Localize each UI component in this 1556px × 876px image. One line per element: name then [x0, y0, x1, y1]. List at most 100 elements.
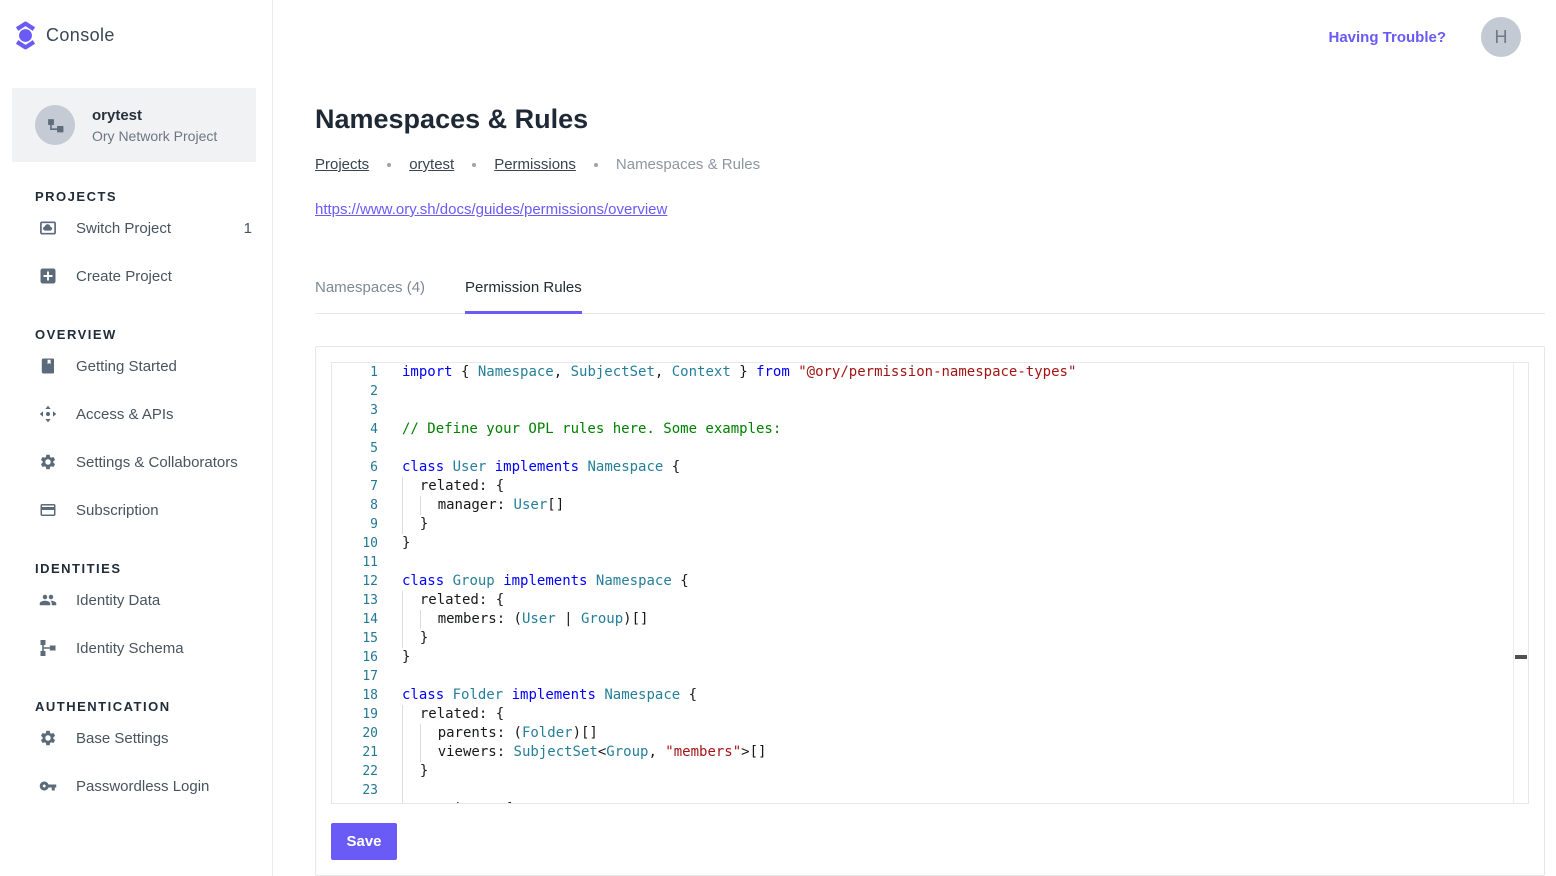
sidebar-section-heading: AUTHENTICATION: [0, 699, 272, 714]
line-number: 9: [332, 515, 402, 534]
plus-square-icon: [39, 267, 57, 285]
sidebar-item-create-project[interactable]: Create Project: [0, 252, 272, 300]
credit-card-icon: [39, 501, 57, 519]
code-line: 7related: {: [332, 477, 1528, 496]
code-line: 20parents: (Folder)[]: [332, 724, 1528, 743]
sidebar-item-label: Identity Data: [76, 592, 160, 609]
breadcrumb-item[interactable]: Permissions: [494, 156, 576, 173]
sidebar-section-heading: PROJECTS: [0, 189, 272, 204]
line-number: 14: [332, 610, 402, 629]
sidebar-item-count: 1: [244, 220, 252, 237]
sidebar-item-label: Switch Project: [76, 220, 171, 237]
indent-guide: [402, 477, 420, 496]
line-number: 24: [332, 800, 402, 804]
project-avatar-icon: [35, 105, 75, 145]
breadcrumb-item: Namespaces & Rules: [616, 156, 760, 173]
code-line: 18class Folder implements Namespace {: [332, 686, 1528, 705]
sidebar-item-label: Access & APIs: [76, 406, 174, 423]
save-button[interactable]: Save: [331, 823, 397, 860]
line-number: 13: [332, 591, 402, 610]
sidebar-section-heading: IDENTITIES: [0, 561, 272, 576]
app-title: Console: [46, 25, 115, 46]
main-content: Namespaces & Rules Projects orytest Permis…: [315, 0, 1545, 876]
line-number: 19: [332, 705, 402, 724]
key-icon: [39, 777, 57, 795]
line-number: 7: [332, 477, 402, 496]
sidebar-item-switch-project[interactable]: Switch Project 1: [0, 204, 272, 252]
cloud-box-icon: [39, 219, 57, 237]
indent-guide: [402, 743, 420, 762]
sidebar-item-base-settings[interactable]: Base Settings: [0, 714, 272, 762]
code-line: 4// Define your OPL rules here. Some exa…: [332, 420, 1528, 439]
book-icon: [39, 357, 57, 375]
sidebar-item-access-apis[interactable]: Access & APIs: [0, 390, 272, 438]
code-line: 1import { Namespace, SubjectSet, Context…: [332, 363, 1528, 382]
indent-guide: [420, 496, 438, 515]
sidebar-item-passwordless-login[interactable]: Passwordless Login: [0, 762, 272, 810]
code-line: 3: [332, 401, 1528, 420]
gear-icon: [39, 729, 57, 747]
indent-guide: [402, 610, 420, 629]
sidebar-item-label: Identity Schema: [76, 640, 184, 657]
tab-namespaces-4[interactable]: Namespaces (4): [315, 279, 425, 314]
breadcrumb-item[interactable]: Projects: [315, 156, 369, 173]
code-line: 12class Group implements Namespace {: [332, 572, 1528, 591]
code-line: 21viewers: SubjectSet<Group, "members">[…: [332, 743, 1528, 762]
cursor-marker-icon: [1515, 655, 1527, 659]
line-number: 10: [332, 534, 402, 553]
docs-link[interactable]: https://www.ory.sh/docs/guides/permissio…: [315, 201, 667, 218]
line-number: 15: [332, 629, 402, 648]
app-logo[interactable]: Console: [0, 0, 272, 55]
line-number: 6: [332, 458, 402, 477]
line-number: 8: [332, 496, 402, 515]
code-line: 13related: {: [332, 591, 1528, 610]
indent-guide: [402, 629, 420, 648]
people-icon: [39, 591, 57, 609]
sidebar-item-getting-started[interactable]: Getting Started: [0, 342, 272, 390]
code-line: 6class User implements Namespace {: [332, 458, 1528, 477]
line-number: 5: [332, 439, 402, 458]
line-number: 3: [332, 401, 402, 420]
breadcrumb-separator-icon: [387, 163, 391, 167]
project-card[interactable]: orytest Ory Network Project: [12, 88, 256, 162]
sidebar-item-identity-data[interactable]: Identity Data: [0, 576, 272, 624]
sidebar-item-label: Settings & Collaborators: [76, 454, 238, 471]
sidebar-item-subscription[interactable]: Subscription: [0, 486, 272, 534]
indent-guide: [420, 610, 438, 629]
indent-guide: [402, 800, 420, 804]
indent-guide: [402, 705, 420, 724]
line-number: 2: [332, 382, 402, 401]
breadcrumb-separator-icon: [472, 163, 476, 167]
code-line: 15}: [332, 629, 1528, 648]
code-line: 11: [332, 553, 1528, 572]
line-number: 17: [332, 667, 402, 686]
sidebar-item-label: Subscription: [76, 502, 159, 519]
indent-guide: [420, 724, 438, 743]
line-number: 22: [332, 762, 402, 781]
move-arrows-icon: [39, 405, 57, 423]
indent-guide: [402, 724, 420, 743]
sidebar-section-heading: OVERVIEW: [0, 327, 272, 342]
code-line: 17: [332, 667, 1528, 686]
tab-permission-rules[interactable]: Permission Rules: [465, 279, 582, 314]
indent-guide: [402, 496, 420, 515]
breadcrumb-item[interactable]: orytest: [409, 156, 454, 173]
gear-icon: [39, 453, 57, 471]
editor-card: 1import { Namespace, SubjectSet, Context…: [315, 346, 1545, 876]
code-line: 16}: [332, 648, 1528, 667]
code-line: 2: [332, 382, 1528, 401]
code-line: 22}: [332, 762, 1528, 781]
code-line: 19related: {: [332, 705, 1528, 724]
sidebar-item-identity-schema[interactable]: Identity Schema: [0, 624, 272, 672]
line-number: 20: [332, 724, 402, 743]
sidebar-item-settings-collaborators[interactable]: Settings & Collaborators: [0, 438, 272, 486]
line-number: 23: [332, 781, 402, 800]
indent-guide: [420, 743, 438, 762]
code-editor[interactable]: 1import { Namespace, SubjectSet, Context…: [331, 362, 1529, 804]
sidebar-item-label: Create Project: [76, 268, 172, 285]
indent-guide: [402, 762, 420, 781]
ory-logo-icon: [14, 20, 37, 51]
sidebar-item-label: Getting Started: [76, 358, 177, 375]
code-line: 8manager: User[]: [332, 496, 1528, 515]
code-line: 9}: [332, 515, 1528, 534]
